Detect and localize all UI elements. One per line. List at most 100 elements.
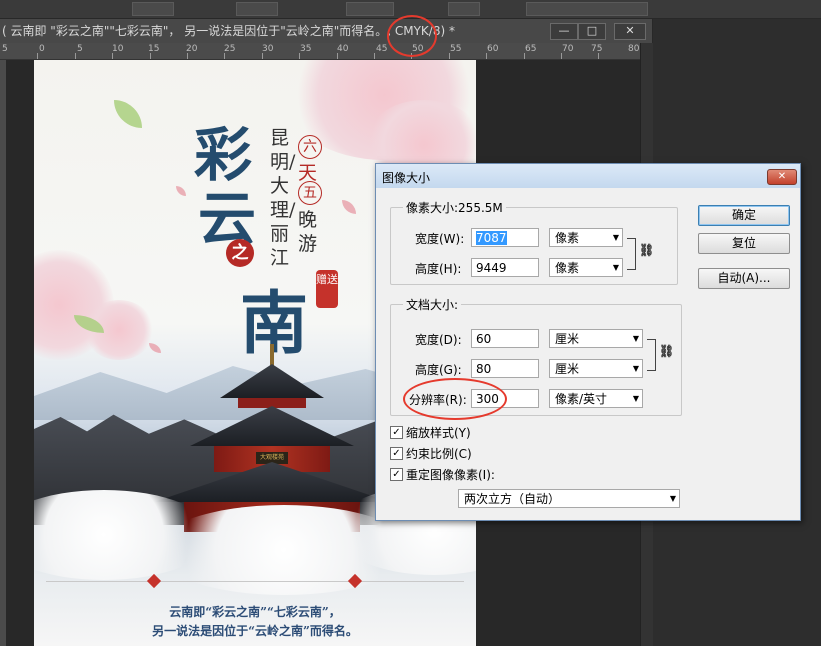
ruler-tick <box>37 53 38 59</box>
seal-text: 之 <box>231 243 249 263</box>
doc-width-unit-select[interactable]: 厘米 ▼ <box>549 329 643 348</box>
options-control[interactable] <box>236 2 278 16</box>
doc-width-unit: 厘米 <box>555 332 580 346</box>
ruler-label: 75 <box>591 44 603 54</box>
ruler-label: 65 <box>525 44 537 54</box>
document-size-legend: 文档大小: <box>403 296 462 313</box>
divider-line <box>46 581 464 582</box>
scale-styles-checkbox[interactable]: ✓ <box>390 426 403 439</box>
title-char-nan: 南 <box>240 284 309 364</box>
minimize-button[interactable]: — <box>550 23 578 40</box>
options-control[interactable] <box>132 2 174 16</box>
auto-button[interactable]: 自动(A)... <box>698 268 790 289</box>
dialog-close-button[interactable]: ✕ <box>767 169 797 185</box>
doc-height-value: 80 <box>476 362 492 376</box>
options-control[interactable] <box>526 2 648 16</box>
route-text: 昆明/大理/丽江 <box>270 127 296 269</box>
scale-styles-label: 缩放样式(Y) <box>406 426 471 440</box>
pixel-width-input[interactable]: 7087 <box>471 228 539 247</box>
resample-checkbox[interactable]: ✓ <box>390 468 403 481</box>
leaf-decoration <box>114 100 142 128</box>
resolution-unit-select[interactable]: 像素/英寸 ▼ <box>549 389 643 408</box>
pixel-width-value: 7087 <box>476 231 507 245</box>
resample-label: 重定图像像素(I): <box>406 468 495 482</box>
doc-height-unit: 厘米 <box>555 362 580 376</box>
gift-stamp: 赠送 <box>316 270 338 308</box>
ruler-tick <box>598 53 599 59</box>
chain-link-icon: ⛓ <box>659 344 675 358</box>
trip-char: 游 <box>298 233 318 255</box>
ruler-label: 45 <box>376 44 388 54</box>
pixel-height-unit-select[interactable]: 像素 ▼ <box>549 258 623 277</box>
ruler-tick <box>299 53 300 59</box>
petal-decoration <box>176 186 186 196</box>
ruler-tick <box>449 53 450 59</box>
trip-badge-five: 五 <box>298 181 322 205</box>
document-title-bar: ( 云南即 "彩云之南""七彩云南"， 另一说法是因位于"云岭之南"而得名。, … <box>0 19 652 43</box>
caption-line-1: 云南即“彩云之南”“七彩云南”， <box>169 605 341 619</box>
pixel-height-label: 高度(H): <box>415 262 462 276</box>
ruler-label: 35 <box>300 44 312 54</box>
ruler-tick <box>524 53 525 59</box>
maximize-button[interactable]: □ <box>578 23 606 40</box>
pixel-width-label: 宽度(W): <box>415 232 465 246</box>
doc-height-unit-select[interactable]: 厘米 ▼ <box>549 359 643 378</box>
pixel-dimensions-legend: 像素大小:255.5M <box>403 199 506 216</box>
doc-width-label: 宽度(D): <box>415 333 462 347</box>
ruler-label: 30 <box>262 44 274 54</box>
dropdown-arrow-icon: ▼ <box>612 263 619 272</box>
trip-char: 晚 <box>298 209 318 231</box>
dropdown-arrow-icon: ▼ <box>632 334 639 343</box>
pixel-height-value: 9449 <box>476 261 507 275</box>
resample-method: 两次立方（自动） <box>464 492 561 506</box>
trip-char: 六 <box>303 139 317 155</box>
pixel-dimensions-group: 像素大小:255.5M 宽度(W): 7087 像素 ▼ 高度(H): 9449 … <box>390 199 678 285</box>
options-control[interactable] <box>346 2 394 16</box>
link-bracket <box>627 238 636 270</box>
ruler-tick <box>374 53 375 59</box>
ruler-label: 70 <box>562 44 574 54</box>
dialog-title: 图像大小 <box>382 171 431 185</box>
dropdown-arrow-icon: ▼ <box>632 394 639 403</box>
ruler-label: 40 <box>337 44 349 54</box>
ruler-label: 55 <box>450 44 462 54</box>
gift-text: 赠送 <box>316 273 338 286</box>
link-bracket <box>647 339 656 371</box>
ruler-label: 80 <box>628 44 640 54</box>
petal-decoration <box>342 200 356 214</box>
doc-height-input[interactable]: 80 <box>471 359 539 378</box>
doc-height-label: 高度(G): <box>415 363 462 377</box>
pixel-width-unit-select[interactable]: 像素 ▼ <box>549 228 623 247</box>
ruler-tick <box>561 53 562 59</box>
ruler-label: 5 <box>77 44 83 54</box>
chain-link-icon: ⛓ <box>639 243 655 257</box>
horizontal-ruler: 5 0 5 10 15 20 25 30 35 40 45 50 55 60 6… <box>0 43 652 60</box>
dropdown-arrow-icon: ▼ <box>669 494 676 503</box>
caption-line-2: 另一说法是因位于“云岭之南”而得名。 <box>152 624 358 638</box>
dialog-title-bar[interactable]: 图像大小 ✕ <box>376 164 800 188</box>
reset-button[interactable]: 复位 <box>698 233 790 254</box>
constrain-proportions-checkbox[interactable]: ✓ <box>390 447 403 460</box>
doc-width-input[interactable]: 60 <box>471 329 539 348</box>
ruler-tick <box>75 53 76 59</box>
resolution-unit: 像素/英寸 <box>555 392 608 406</box>
check-icon: ✓ <box>392 448 401 459</box>
ruler-tick <box>224 53 225 59</box>
ruler-tick <box>262 53 263 59</box>
trip-badge-six: 六 <box>298 135 322 159</box>
pixel-height-input[interactable]: 9449 <box>471 258 539 277</box>
dropdown-arrow-icon: ▼ <box>612 233 619 242</box>
pixel-width-unit: 像素 <box>555 231 580 245</box>
resample-method-select[interactable]: 两次立方（自动） ▼ <box>458 489 680 508</box>
doc-width-value: 60 <box>476 332 492 346</box>
ruler-label: 0 <box>39 44 45 54</box>
petal-decoration <box>149 343 161 353</box>
close-button[interactable]: ✕ <box>614 23 646 40</box>
title-seal-zhi: 之 <box>226 239 254 267</box>
ruler-tick <box>486 53 487 59</box>
constrain-proportions-label: 约束比例(C) <box>406 447 472 461</box>
trip-char: 五 <box>303 185 317 201</box>
ruler-label: 25 <box>224 44 236 54</box>
options-control[interactable] <box>448 2 480 16</box>
ok-button[interactable]: 确定 <box>698 205 790 226</box>
